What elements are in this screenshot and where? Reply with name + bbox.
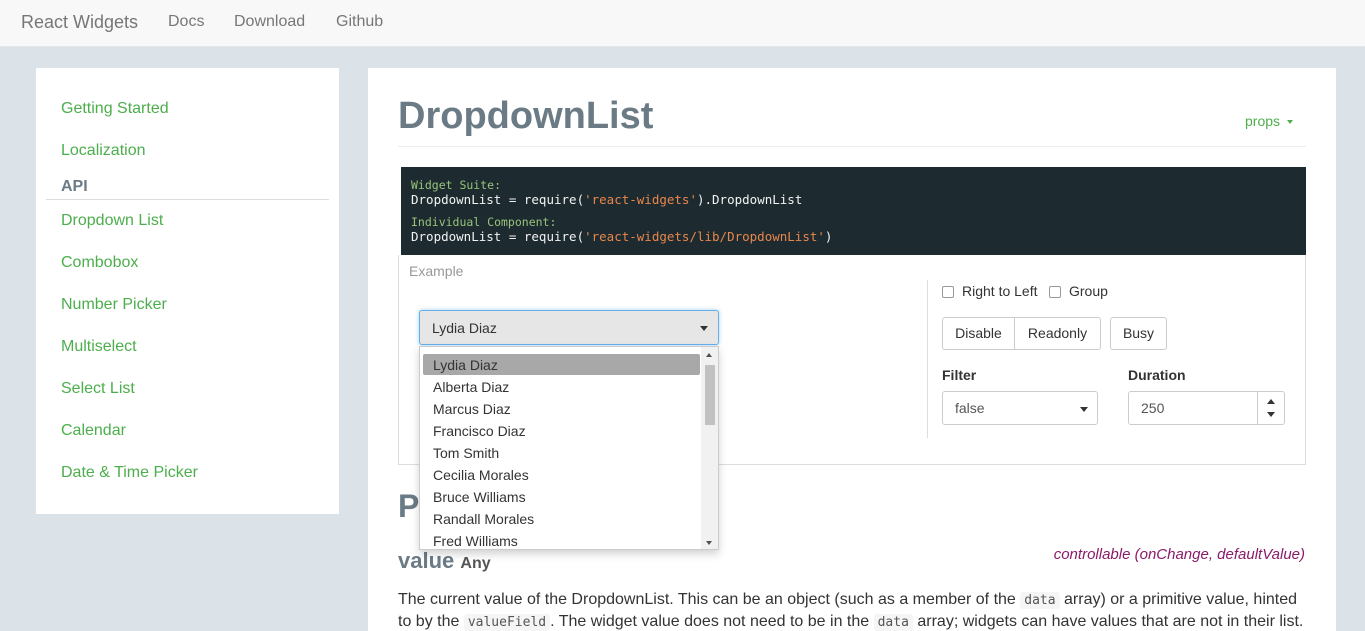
filter-select-value: false — [955, 400, 985, 416]
vertical-divider — [927, 280, 928, 438]
list-item[interactable]: Francisco Diaz — [423, 420, 700, 441]
nav-link-github[interactable]: Github — [336, 13, 383, 31]
code-snippet: Widget Suite: DropdownList = require('re… — [401, 167, 1306, 255]
props-link-label: props — [1245, 113, 1281, 129]
sidebar-item-dropdown-list[interactable]: Dropdown List — [61, 212, 163, 230]
props-dropdown-toggle[interactable]: props — [1245, 113, 1293, 129]
filter-select[interactable]: false — [942, 391, 1098, 425]
disable-button[interactable]: Disable — [942, 317, 1015, 350]
brand-link[interactable]: React Widgets — [21, 12, 138, 33]
sidebar-item-combobox[interactable]: Combobox — [61, 254, 138, 272]
scrollbar-thumb[interactable] — [705, 365, 715, 425]
prop-controllable-note: controllable (onChange, defaultValue) — [1053, 546, 1305, 563]
dropdown-selected-value: Lydia Diaz — [432, 320, 497, 336]
sidebar-item-getting-started[interactable]: Getting Started — [61, 100, 169, 118]
inline-code-data: data — [873, 614, 913, 631]
sidebar-item-date-time-picker[interactable]: Date & Time Picker — [61, 464, 198, 482]
list-item[interactable]: Cecilia Morales — [423, 464, 700, 485]
page-title: DropdownList — [398, 95, 654, 137]
list-item[interactable]: Marcus Diaz — [423, 398, 700, 419]
sidebar-item-calendar[interactable]: Calendar — [61, 422, 126, 440]
top-navbar: React Widgets Docs Download Github — [0, 0, 1365, 47]
busy-button[interactable]: Busy — [1110, 317, 1167, 350]
duration-spinner — [1257, 392, 1284, 424]
duration-number-input[interactable]: 250 — [1128, 391, 1285, 425]
prop-description-line-1: The current value of the DropdownList. T… — [398, 591, 1298, 609]
list-item[interactable]: Tom Smith — [423, 442, 700, 463]
checkbox-label-group: Group — [1069, 283, 1108, 299]
scroll-up-icon[interactable] — [706, 353, 712, 357]
prop-heading-value: value Any — [398, 548, 491, 574]
list-item[interactable]: Bruce Williams — [423, 486, 700, 507]
sidebar-divider — [46, 199, 329, 200]
inline-code-data: data — [1020, 592, 1060, 609]
spin-up-icon[interactable] — [1267, 399, 1275, 404]
code-line-suite: DropdownList = require('react-widgets').… — [411, 192, 803, 207]
scroll-down-icon[interactable] — [706, 541, 712, 545]
nav-link-docs[interactable]: Docs — [168, 13, 204, 31]
caret-down-icon — [1286, 120, 1293, 124]
sidebar-section-header: API — [61, 178, 88, 195]
list-item[interactable]: Randall Morales — [423, 508, 700, 529]
sidebar: Getting Started Localization API Dropdow… — [36, 68, 339, 514]
section-heading-partial: P — [398, 488, 420, 524]
prop-name: value — [398, 548, 455, 573]
sidebar-item-select-list[interactable]: Select List — [61, 380, 135, 398]
inline-code-valuefield: valueField — [463, 614, 551, 631]
duration-label: Duration — [1128, 367, 1186, 383]
filter-label: Filter — [942, 367, 977, 383]
popup-scrollbar[interactable] — [701, 347, 718, 549]
nav-link-download[interactable]: Download — [234, 13, 305, 31]
code-line-individual: DropdownList = require('react-widgets/li… — [411, 229, 833, 244]
readonly-button[interactable]: Readonly — [1014, 317, 1101, 350]
sidebar-item-multiselect[interactable]: Multiselect — [61, 338, 137, 356]
list-item[interactable]: Fred Williams — [423, 530, 700, 549]
checkbox-label-right-to-left: Right to Left — [962, 283, 1038, 299]
example-label: Example — [409, 263, 464, 279]
duration-value: 250 — [1141, 400, 1165, 416]
list-item[interactable]: Alberta Diaz — [423, 376, 700, 397]
sidebar-item-number-picker[interactable]: Number Picker — [61, 296, 167, 314]
code-comment-individual: Individual Component: — [411, 215, 557, 229]
caret-down-icon — [1080, 407, 1088, 412]
checkbox-right-to-left[interactable] — [942, 286, 954, 298]
prop-description-line-2: to by the valueField. The widget value d… — [398, 613, 1304, 631]
list-item[interactable]: Lydia Diaz — [423, 354, 700, 375]
prop-type: Any — [460, 555, 491, 572]
dropdown-list-widget[interactable]: Lydia Diaz — [419, 310, 719, 345]
caret-down-icon — [700, 326, 708, 331]
code-comment-suite: Widget Suite: — [411, 178, 502, 192]
dropdown-popup-list[interactable]: Lydia Diaz Alberta Diaz Marcus Diaz Fran… — [419, 346, 719, 550]
checkbox-group[interactable] — [1049, 286, 1061, 298]
spin-down-icon[interactable] — [1267, 412, 1275, 417]
title-divider — [398, 146, 1306, 147]
sidebar-item-localization[interactable]: Localization — [61, 142, 146, 160]
